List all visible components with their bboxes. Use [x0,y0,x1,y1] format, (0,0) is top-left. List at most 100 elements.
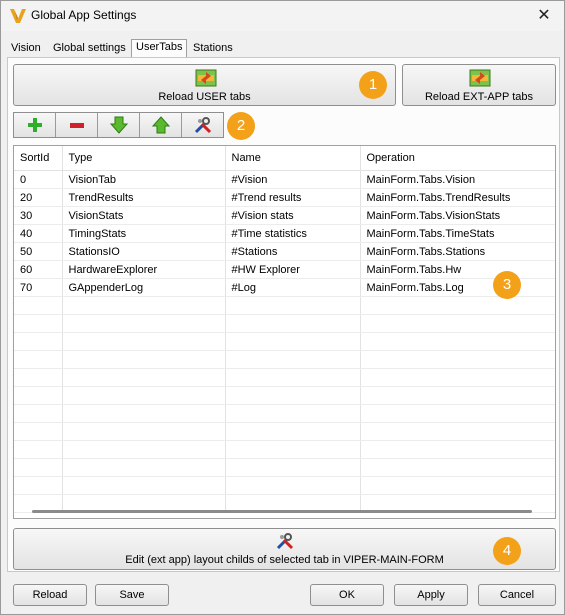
tab-stations[interactable]: Stations [189,41,237,57]
cell-type: TrendResults [62,188,226,207]
reload-button[interactable]: Reload [13,584,87,606]
empty-row [14,422,555,441]
remove-button[interactable] [56,113,98,137]
empty-cell [62,476,226,495]
empty-cell [14,314,63,333]
tools-icon [276,533,294,550]
cell-sortid: 70 [14,278,63,297]
empty-cell [360,332,555,351]
empty-cell [225,314,361,333]
empty-cell [225,476,361,495]
move-up-icon [152,116,170,134]
empty-cell [225,368,361,387]
cell-sortid: 20 [14,188,63,207]
app-logo-icon [10,9,26,23]
table-row[interactable]: 20 TrendResults #Trend results MainForm.Tab… [14,188,555,207]
empty-cell [360,296,555,315]
user-tabs-table: SortId Type Name Operation 0 VisionTab #Vi… [14,146,555,513]
cancel-button[interactable]: Cancel [478,584,556,606]
tab-vision[interactable]: Vision [7,41,45,57]
empty-cell [225,296,361,315]
empty-cell [14,332,63,351]
table-row[interactable]: 30 VisionStats #Vision stats MainForm.Tabs.… [14,206,555,225]
empty-cell [62,440,226,459]
user-tabs-grid[interactable]: SortId Type Name Operation 0 VisionTab #Vi… [13,145,556,519]
horizontal-scrollbar[interactable] [32,510,532,513]
cell-name: #Log [225,278,361,297]
tools-icon [194,117,212,134]
empty-cell [14,440,63,459]
tab-label: Global settings [53,42,126,54]
save-button[interactable]: Save [95,584,169,606]
empty-cell [225,386,361,405]
empty-cell [225,458,361,477]
cell-operation: MainForm.Tabs.Hw [360,260,555,279]
table-row[interactable]: 50 StationsIO #Stations MainForm.Tabs.Stati… [14,242,555,261]
empty-row [14,386,555,405]
cell-name: #Vision stats [225,206,361,225]
table-row[interactable]: 60 HardwareExplorer #HW Explorer MainForm.T… [14,260,555,279]
table-header-row: SortId Type Name Operation [14,146,555,171]
reload-ext-app-tabs-label: Reload EXT-APP tabs [424,91,534,103]
cell-sortid: 60 [14,260,63,279]
empty-cell [62,314,226,333]
callout-badge-4: 4 [493,537,521,565]
empty-cell [360,440,555,459]
empty-row [14,314,555,333]
column-header-type[interactable]: Type [62,146,226,171]
reload-button-label: Reload [32,589,68,601]
empty-cell [62,332,226,351]
cell-name: #Stations [225,242,361,261]
column-header-name[interactable]: Name [225,146,361,171]
reload-ext-app-tabs-button[interactable]: Reload EXT-APP tabs [402,64,556,106]
tools-button[interactable] [182,113,224,137]
cell-type: VisionStats [62,206,226,225]
empty-cell [14,386,63,405]
tab-usertabs[interactable]: UserTabs [131,39,188,57]
empty-cell [225,332,361,351]
empty-cell [360,458,555,477]
callout-badge-2: 2 [227,112,255,140]
close-icon[interactable]: ✕ [532,5,556,27]
empty-row [14,350,555,369]
column-header-operation[interactable]: Operation [360,146,555,171]
reload-user-tabs-button[interactable]: Reload USER tabs [13,64,396,106]
edit-layout-button[interactable]: Edit (ext app) layout childs of selected… [13,528,556,570]
cell-type: VisionTab [62,170,226,189]
move-down-icon [110,116,128,134]
window-title: Global App Settings [31,8,137,22]
empty-cell [360,350,555,369]
empty-row [14,404,555,423]
apply-button-label: Apply [417,589,445,601]
empty-cell [360,314,555,333]
empty-cell [14,296,63,315]
move-up-button[interactable] [140,113,182,137]
table-row[interactable]: 40 TimingStats #Time statistics MainForm.Ta… [14,224,555,243]
tab-list-toolbar [13,112,224,138]
move-down-button[interactable] [98,113,140,137]
ok-button[interactable]: OK [310,584,384,606]
empty-cell [225,350,361,369]
empty-cell [360,368,555,387]
apply-button[interactable]: Apply [394,584,468,606]
empty-cell [14,404,63,423]
cell-operation: MainForm.Tabs.Stations [360,242,555,261]
column-header-sortid[interactable]: SortId [14,146,63,171]
callout-badge-1: 1 [359,71,387,99]
empty-row [14,368,555,387]
empty-cell [360,404,555,423]
empty-row [14,476,555,495]
cell-type: HardwareExplorer [62,260,226,279]
tab-label: Vision [11,42,41,54]
add-icon [28,118,42,132]
empty-cell [62,404,226,423]
table-row[interactable]: 0 VisionTab #Vision MainForm.Tabs.Vision [14,170,555,189]
remove-icon [70,123,84,128]
tab-global-settings[interactable]: Global settings [49,41,130,57]
add-button[interactable] [14,113,56,137]
cell-name: #HW Explorer [225,260,361,279]
empty-cell [62,386,226,405]
table-row[interactable]: 70 GAppenderLog #Log MainForm.Tabs.Log [14,278,555,297]
cell-operation: MainForm.Tabs.TrendResults [360,188,555,207]
ok-button-label: OK [339,589,355,601]
